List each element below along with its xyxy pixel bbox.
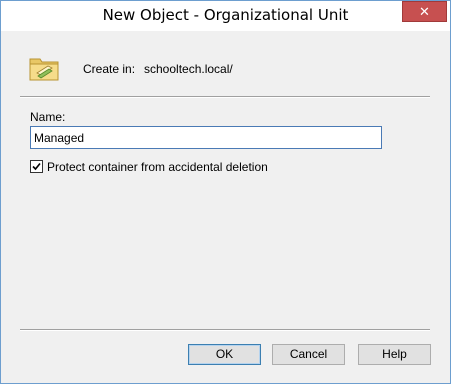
dialog-title: New Object - Organizational Unit [102, 6, 349, 24]
ok-button[interactable]: OK [188, 344, 261, 365]
name-input[interactable] [30, 126, 382, 149]
close-button[interactable]: ✕ [402, 1, 447, 22]
cancel-button[interactable]: Cancel [272, 344, 345, 365]
protect-checkbox-label[interactable]: Protect container from accidental deleti… [47, 160, 268, 174]
create-in-label: Create in: [83, 62, 136, 76]
dialog-body: Create in: schooltech.local/ Name: Prote… [8, 31, 443, 375]
separator [20, 96, 430, 98]
create-in-path: schooltech.local/ [144, 62, 233, 76]
title-bar[interactable]: New Object - Organizational Unit ✕ [1, 1, 450, 31]
checkmark-icon [32, 162, 41, 171]
help-button[interactable]: Help [358, 344, 431, 365]
dialog-window: New Object - Organizational Unit ✕ Creat… [0, 0, 451, 384]
close-icon: ✕ [419, 4, 430, 19]
protect-checkbox[interactable] [30, 160, 43, 173]
name-label: Name: [30, 110, 66, 124]
organizational-unit-folder-icon [28, 53, 62, 83]
separator [20, 329, 430, 331]
